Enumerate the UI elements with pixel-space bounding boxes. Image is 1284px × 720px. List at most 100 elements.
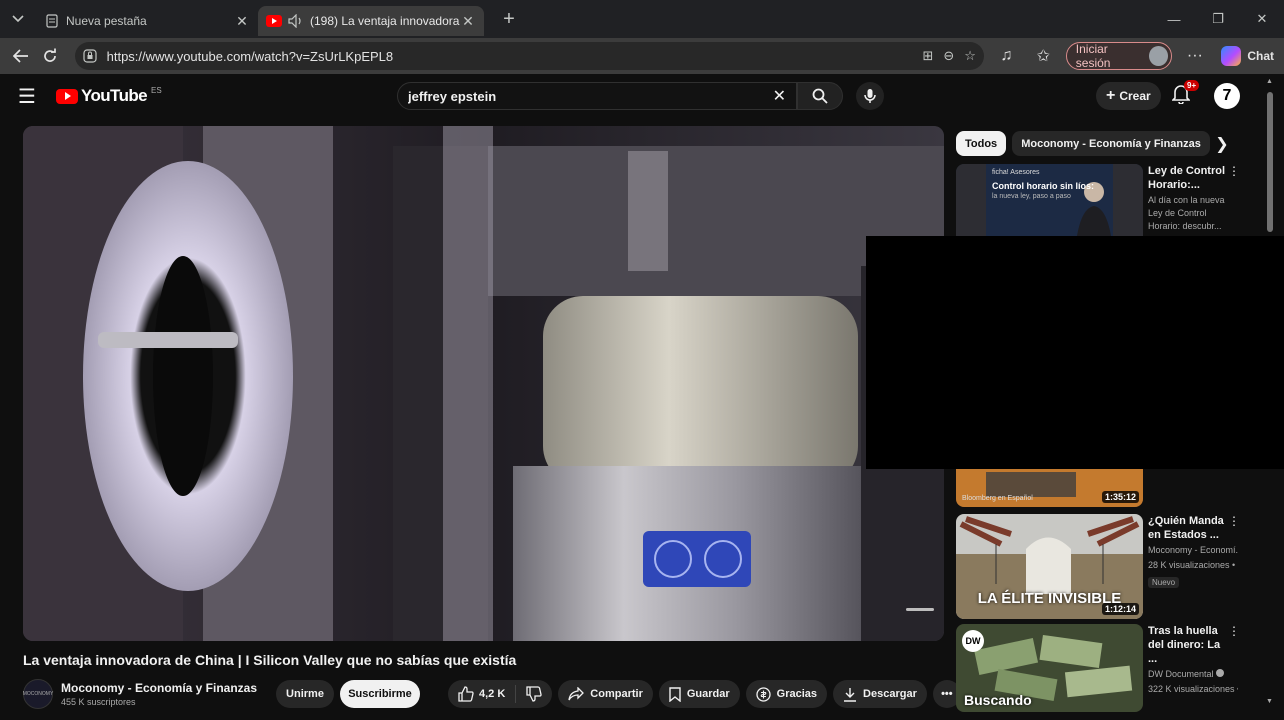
video-player[interactable]	[23, 126, 944, 641]
page-icon	[44, 13, 60, 29]
youtube-wordmark: YouTube	[81, 86, 148, 105]
voice-search-button[interactable]	[856, 82, 884, 110]
clear-search-icon[interactable]: ✕	[773, 86, 786, 106]
plus-icon: +	[1106, 87, 1116, 104]
close-window-icon[interactable]: ✕	[1240, 0, 1284, 38]
thumbnail-brand: ficha! Asesores	[992, 169, 1040, 176]
channel-avatar[interactable]: MOCONOMY	[23, 679, 53, 709]
thumbnail-channel: Bloomberg en Español	[962, 495, 1033, 502]
browser-tab-strip: Nueva pestaña ✕ (198) La ventaja innovad…	[0, 0, 1284, 38]
notifications-button[interactable]: 9+	[1171, 80, 1200, 108]
video-owner: MOCONOMY Moconomy - Economía y Finanzas …	[23, 678, 261, 710]
site-info-lock-icon[interactable]	[83, 49, 101, 63]
recommendation-info: ¿Quién Manda en Estados ... Moconomy - E…	[1148, 514, 1240, 619]
recommendation-views: 28 K visualizaciones • h	[1148, 560, 1238, 570]
new-tab-plus-icon[interactable]: +	[494, 4, 524, 34]
more-vert-icon[interactable]: ⋮	[1228, 514, 1240, 528]
duration-badge: 1:35:12	[1101, 491, 1139, 503]
thumbnail-subline: la nueva ley, paso a paso	[992, 193, 1071, 200]
minimize-icon[interactable]: —	[1152, 0, 1196, 38]
signin-button[interactable]: Iniciar sesión	[1065, 42, 1173, 70]
address-bar[interactable]: https://www.youtube.com/watch?v=ZsUrLKpE…	[74, 42, 984, 70]
channel-meta: Moconomy - Economía y Finanzas 455 K sus…	[61, 681, 261, 707]
youtube-masthead: ☰ YouTube ES ✕ + Crear 9+ 7	[0, 74, 1284, 118]
video-thumbnail[interactable]: DW Buscando	[956, 624, 1143, 712]
like-count: 4,2 K	[479, 688, 506, 700]
search-box: ✕	[397, 82, 797, 110]
chip-all[interactable]: Todos	[956, 131, 1007, 156]
favorite-star-icon[interactable]: ☆	[964, 48, 976, 64]
video-thumbnail[interactable]: LA ÉLITE INVISIBLE 1:12:14	[956, 514, 1143, 619]
chat-label: Chat	[1247, 49, 1274, 63]
guide-menu-icon[interactable]: ☰	[18, 84, 46, 109]
subscribe-button[interactable]: Suscribirme	[340, 680, 420, 708]
window-controls: — ❐ ✕	[1152, 0, 1284, 38]
more-options-icon[interactable]: ···	[1180, 41, 1209, 71]
notification-badge: 9+	[1184, 80, 1200, 91]
omnibox-actions: ⊞ ⊖ ☆	[922, 48, 975, 64]
tab-youtube-video[interactable]: (198) La ventaja innovadora de China | I…	[258, 6, 484, 36]
close-tab-icon[interactable]: ✕	[460, 13, 476, 30]
create-button[interactable]: + Crear	[1096, 82, 1161, 110]
recommendation-channel[interactable]: Moconomy - Economí...	[1148, 544, 1238, 557]
filter-chips: Todos Moconomy - Economía y Finanzas	[956, 131, 1210, 156]
search-input[interactable]	[408, 88, 773, 104]
recommendation-info: Tras la huella del dinero: La ... DW Doc…	[1148, 624, 1240, 712]
search-button[interactable]	[797, 82, 843, 110]
create-label: Crear	[1119, 89, 1151, 103]
scrollbar-thumb[interactable]	[1267, 92, 1273, 232]
share-button[interactable]: Compartir	[558, 680, 653, 708]
more-vert-icon[interactable]: ⋮	[1228, 624, 1240, 638]
media-control-icon[interactable]: ♫	[992, 41, 1021, 71]
join-button[interactable]: Unirme	[276, 680, 334, 708]
copilot-chat-button[interactable]: Chat	[1217, 42, 1278, 70]
tab-new-tab[interactable]: Nueva pestaña ✕	[36, 6, 258, 36]
video-title: La ventaja innovadora de China | I Silic…	[23, 652, 517, 668]
chevron-right-icon[interactable]: ❯	[1212, 134, 1232, 154]
tab-actions-menu-icon[interactable]	[0, 0, 36, 38]
apps-grid-icon[interactable]: ⊞	[922, 48, 933, 64]
back-arrow-icon[interactable]	[6, 41, 35, 71]
tab-title: Nueva pestaña	[66, 14, 147, 28]
recommendation-title[interactable]: Ley de Control Horario:...	[1148, 164, 1238, 192]
country-code: ES	[151, 85, 162, 95]
close-tab-icon[interactable]: ✕	[234, 13, 250, 30]
recommendation-title[interactable]: Tras la huella del dinero: La ...	[1148, 624, 1238, 666]
reload-icon[interactable]	[35, 41, 64, 71]
dislike-button[interactable]	[516, 680, 552, 708]
browser-toolbar: https://www.youtube.com/watch?v=ZsUrLKpE…	[0, 38, 1284, 74]
share-arrow-icon	[568, 687, 585, 701]
video-actions: 4,2 K Compartir Guardar Gracias Descarga…	[448, 680, 961, 708]
account-avatar[interactable]: 7	[1214, 83, 1240, 109]
zoom-icon[interactable]: ⊖	[943, 48, 954, 64]
favorites-collection-icon[interactable]: ✩	[1029, 41, 1058, 71]
recommendation-item[interactable]: DW Buscando Tras la huella del dinero: L…	[956, 624, 1256, 712]
recommendation-views: 322 K visualizaciones •	[1148, 684, 1238, 694]
microphone-icon	[864, 89, 876, 103]
recommendation-item[interactable]: LA ÉLITE INVISIBLE 1:12:14 ¿Quién Manda …	[956, 514, 1256, 619]
duration-badge: 1:12:14	[1101, 603, 1139, 615]
save-button[interactable]: Guardar	[658, 680, 740, 708]
thumbs-down-icon	[526, 686, 542, 702]
video-frame	[23, 126, 944, 641]
download-icon	[844, 687, 857, 702]
download-button[interactable]: Descargar	[833, 680, 927, 708]
channel-name[interactable]: Moconomy - Economía y Finanzas	[61, 681, 261, 695]
url-text: https://www.youtube.com/watch?v=ZsUrLKpE…	[106, 48, 394, 64]
super-thanks-icon	[756, 686, 771, 702]
thanks-button[interactable]: Gracias	[745, 680, 828, 708]
toolbar-right: ♫ ✩ Iniciar sesión ··· Chat	[992, 41, 1278, 71]
like-button[interactable]: 4,2 K	[448, 680, 515, 708]
youtube-favicon-icon	[266, 13, 282, 29]
chip-channel[interactable]: Moconomy - Economía y Finanzas	[1012, 131, 1210, 156]
scroll-down-arrow-icon[interactable]: ▼	[1266, 698, 1273, 705]
recommendation-title[interactable]: ¿Quién Manda en Estados ...	[1148, 514, 1238, 542]
verified-check-icon	[1216, 669, 1225, 677]
more-vert-icon[interactable]: ⋮	[1228, 164, 1240, 178]
speaker-audio-icon[interactable]	[288, 13, 304, 29]
youtube-logo[interactable]: YouTube ES	[56, 86, 162, 106]
thumbnail-headline: Buscando	[964, 692, 1032, 708]
recommendation-channel[interactable]: DW Documental	[1148, 668, 1238, 681]
restore-icon[interactable]: ❐	[1196, 0, 1240, 38]
youtube-play-logo-icon	[56, 88, 78, 104]
